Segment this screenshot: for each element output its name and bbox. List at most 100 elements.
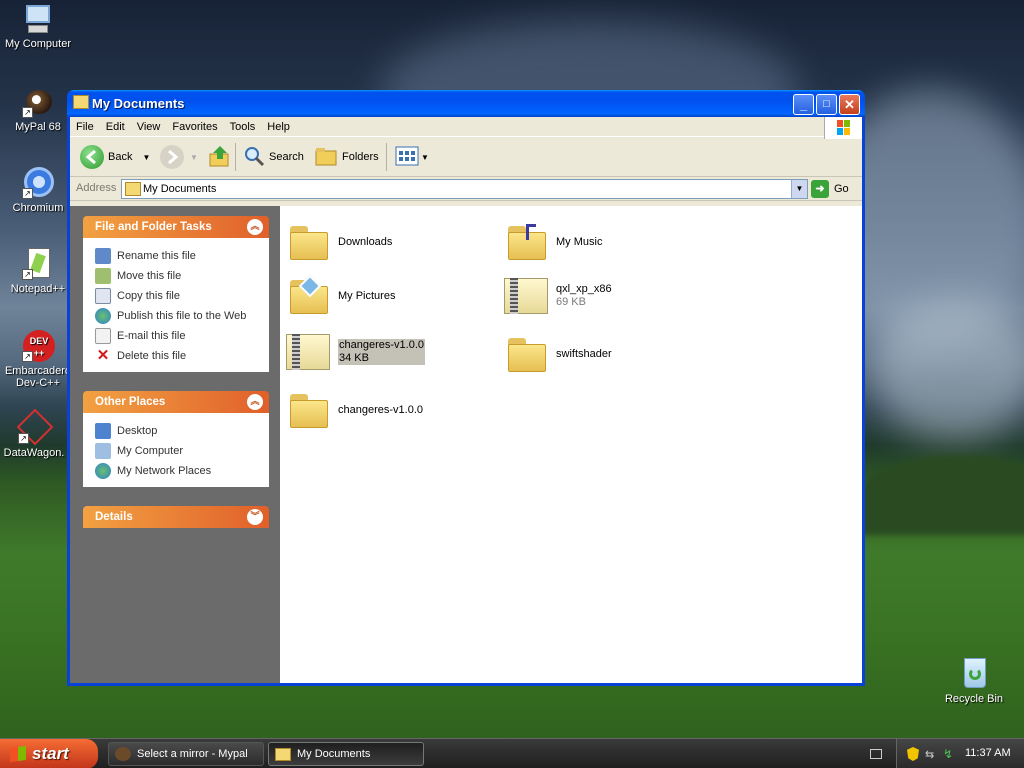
menu-help[interactable]: Help — [261, 117, 296, 133]
publish-web-icon — [95, 308, 111, 324]
task-label: My Documents — [297, 748, 371, 760]
file-item-changeres-zip[interactable]: changeres-v1.0.0 34 KB — [284, 332, 425, 372]
taskbar-item-mypal[interactable]: Select a mirror - Mypal — [108, 742, 264, 766]
desktop-icon-notepadpp[interactable]: ↗ Notepad++ — [0, 248, 76, 295]
desktop-icon-chromium[interactable]: ↗ Chromium — [0, 167, 76, 214]
recycle-bin-icon — [958, 658, 990, 690]
file-size: 34 KB — [339, 352, 369, 364]
title-bar[interactable]: My Documents _ □ ✕ — [67, 90, 865, 117]
start-button[interactable]: start — [0, 739, 98, 768]
music-folder-icon — [506, 224, 548, 260]
address-label: Address — [76, 182, 117, 194]
place-desktop[interactable]: Desktop — [95, 421, 269, 441]
desktop-icon-recycle-bin[interactable]: Recycle Bin — [936, 658, 1012, 705]
notepadpp-icon: ↗ — [22, 248, 54, 280]
menu-favorites[interactable]: Favorites — [166, 117, 223, 133]
file-item-changeres-folder[interactable]: changeres-v1.0.0 — [288, 392, 423, 428]
file-item-downloads[interactable]: Downloads — [288, 224, 392, 260]
task-delete[interactable]: ✕ Delete this file — [95, 346, 269, 366]
file-name: Downloads — [338, 236, 393, 248]
desktop-icon-devcpp[interactable]: DEV ++ ↗ Embarcadero Dev-C++ — [0, 330, 76, 389]
place-label: My Network Places — [117, 465, 212, 477]
windows-flag-icon — [10, 745, 26, 763]
task-rename[interactable]: Rename this file — [95, 246, 269, 266]
task-label: Move this file — [117, 270, 182, 282]
menu-tools[interactable]: Tools — [224, 117, 262, 133]
explorer-window: My Documents _ □ ✕ File Edit View Favorites… — [67, 90, 865, 686]
wallpaper-cloud — [870, 300, 1024, 440]
keyboard-icon[interactable] — [870, 749, 882, 759]
file-view: Downloads My Music My Pictures qxl_xp_x8… — [280, 206, 862, 683]
desktop-icon-label: Embarcadero Dev-C++ — [4, 365, 72, 389]
desktop-icon-mypal[interactable]: ↗ MyPal 68 — [0, 86, 76, 133]
clock[interactable]: 11:37 AM — [965, 747, 1011, 759]
taskbar-item-my-documents[interactable]: My Documents — [268, 742, 424, 766]
file-item-qxl-xp-x86[interactable]: qxl_xp_x86 69 KB — [502, 276, 612, 316]
pictures-folder-icon — [288, 274, 330, 314]
close-button[interactable]: ✕ — [839, 94, 860, 115]
task-email[interactable]: E-mail this file — [95, 326, 269, 346]
start-label: start — [32, 744, 69, 763]
security-shield-icon[interactable] — [907, 747, 919, 761]
mypal-icon — [115, 747, 131, 761]
datawagon-icon: ↗ — [16, 408, 54, 446]
file-folder-tasks-header[interactable]: File and Folder Tasks ︽ — [83, 216, 269, 238]
chromium-icon: ↗ — [22, 167, 54, 199]
search-label: Search — [269, 151, 304, 163]
file-name: swiftshader — [556, 348, 612, 360]
task-label: Publish this file to the Web — [117, 310, 247, 322]
chevron-down-icon: ▼ — [142, 152, 151, 162]
folder-icon — [275, 747, 291, 761]
task-label: Select a mirror - Mypal — [137, 748, 248, 760]
forward-button[interactable]: ▼ — [160, 145, 198, 169]
menu-view[interactable]: View — [131, 117, 167, 133]
address-dropdown-button[interactable]: ▼ — [791, 180, 807, 198]
expand-chevron-icon[interactable]: ︾ — [247, 509, 263, 525]
menu-edit[interactable]: Edit — [100, 117, 131, 133]
desktop-icon-label: MyPal 68 — [15, 121, 61, 133]
zip-archive-icon — [284, 332, 332, 372]
desktop-icon-my-computer[interactable]: My Computer — [0, 3, 76, 50]
file-item-my-pictures[interactable]: My Pictures — [288, 274, 395, 314]
back-button[interactable]: Back ▼ — [80, 145, 150, 169]
maximize-button[interactable]: □ — [816, 94, 837, 115]
network-icon[interactable]: ⇆ — [925, 748, 934, 761]
up-folder-button[interactable] — [208, 145, 232, 169]
file-item-my-music[interactable]: My Music — [506, 224, 602, 260]
folders-button[interactable]: Folders — [314, 145, 379, 169]
task-move[interactable]: Move this file — [95, 266, 269, 286]
place-network[interactable]: My Network Places — [95, 461, 269, 481]
collapse-chevron-icon[interactable]: ︽ — [247, 394, 263, 410]
safely-remove-icon[interactable]: ↯ — [943, 747, 953, 761]
menu-file[interactable]: File — [70, 117, 100, 133]
menu-bar: File Edit View Favorites Tools Help — [70, 117, 862, 139]
address-field[interactable]: My Documents ▼ — [121, 179, 808, 199]
search-button[interactable]: Search — [243, 145, 304, 169]
place-my-computer[interactable]: My Computer — [95, 441, 269, 461]
computer-icon — [22, 3, 54, 35]
panel-title: Other Places — [95, 396, 166, 408]
file-size: 69 KB — [556, 296, 586, 308]
task-copy[interactable]: Copy this file — [95, 286, 269, 306]
place-label: My Computer — [117, 445, 184, 457]
file-item-swiftshader[interactable]: swiftshader — [506, 336, 612, 372]
folder-icon — [506, 336, 548, 372]
other-places-header[interactable]: Other Places ︽ — [83, 391, 269, 413]
folders-icon — [314, 145, 338, 170]
collapse-chevron-icon[interactable]: ︽ — [247, 219, 263, 235]
forward-arrow-icon — [160, 145, 184, 169]
delete-icon: ✕ — [96, 347, 110, 364]
devcpp-icon: DEV ++ ↗ — [22, 330, 55, 362]
details-header[interactable]: Details ︾ — [83, 506, 269, 528]
move-icon — [95, 268, 111, 284]
chevron-down-icon: ▼ — [421, 152, 429, 162]
go-button[interactable]: ➜ Go — [811, 179, 861, 199]
taskbar: start Select a mirror - Mypal My Documen… — [0, 738, 1024, 768]
views-button[interactable]: ▼ — [395, 145, 429, 169]
address-value: My Documents — [143, 183, 217, 195]
minimize-button[interactable]: _ — [793, 94, 814, 115]
desktop-icon-datawagon[interactable]: ↗ DataWagon. — [0, 408, 72, 459]
task-publish-web[interactable]: Publish this file to the Web — [95, 306, 269, 326]
task-label: E-mail this file — [117, 330, 186, 342]
toolbar: Back ▼ ▼ Search Folders ▼ — [70, 137, 862, 177]
